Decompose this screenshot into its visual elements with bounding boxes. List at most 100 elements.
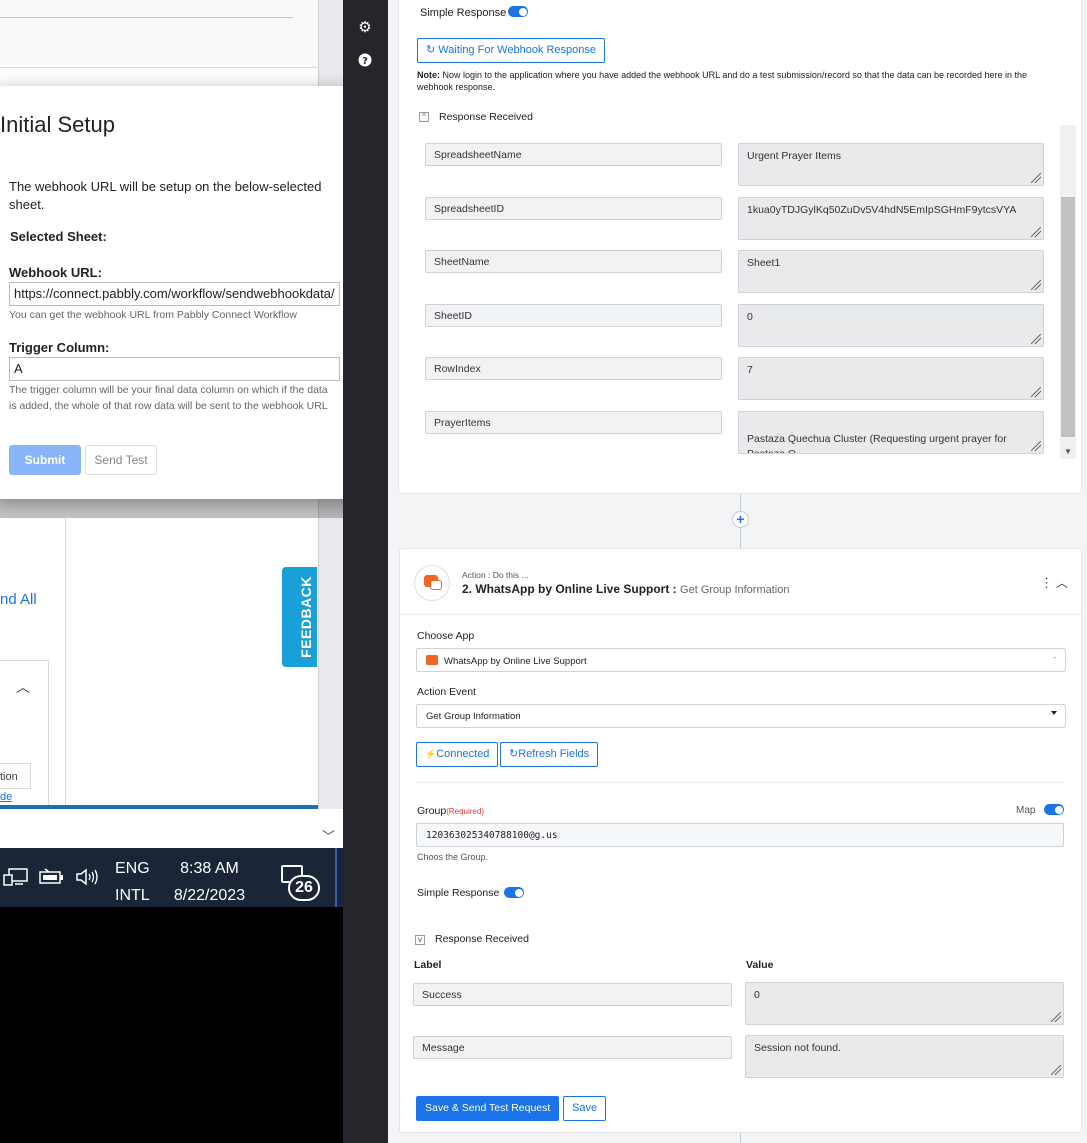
feedback-tab[interactable]: FEEDBACK	[282, 567, 317, 667]
help-icon[interactable]: ?	[357, 53, 373, 69]
required-marker: (Required)	[446, 807, 484, 816]
resize-grip-icon[interactable]	[1031, 387, 1041, 397]
chevron-up-icon[interactable]: ︿	[1056, 574, 1068, 591]
keyboard-layout: INTL	[115, 887, 150, 904]
side-card-link[interactable]: de	[0, 791, 12, 803]
gear-icon[interactable]: ⚙	[357, 20, 373, 36]
logo-bubble-outline	[430, 580, 442, 590]
trigger-column-hint: The trigger column will be your final da…	[9, 384, 328, 412]
field-value[interactable]: Pastaza Quechua Cluster (Requesting urge…	[738, 411, 1044, 454]
resize-grip-icon[interactable]	[1051, 1012, 1061, 1022]
chevron-down-icon: -	[1053, 653, 1056, 662]
action-step-card: Action : Do this ... 2. WhatsApp by Onli…	[399, 548, 1083, 1133]
field-label: Success	[413, 983, 732, 1006]
resize-grip-icon[interactable]	[1051, 1065, 1061, 1075]
field-label: SheetName	[425, 250, 722, 273]
field-value[interactable]: 7	[738, 357, 1044, 400]
step-connector	[740, 1133, 741, 1143]
field-value[interactable]: 1kua0yTDJGylKq50ZuDv5V4hdN5EmIpSGHmF9ytc…	[738, 197, 1044, 240]
value-column-header: Value	[746, 959, 774, 971]
step-event-title: Get Group Information	[680, 584, 790, 596]
submit-button[interactable]: Submit	[9, 445, 81, 475]
resize-grip-icon[interactable]	[1031, 334, 1041, 344]
sheet-footer: ﹀	[0, 809, 343, 849]
whatsapp-online-live-support-logo-icon	[414, 565, 450, 601]
dialog-description: The webhook URL will be setup on the bel…	[9, 179, 322, 212]
simple-response-toggle[interactable]	[504, 887, 524, 898]
action-event-label: Action Event	[417, 686, 476, 698]
input-language[interactable]: ENG INTL	[115, 855, 150, 909]
simple-response-label: Simple Response	[420, 7, 507, 19]
save-and-send-test-button[interactable]: Save & Send Test Request	[416, 1096, 560, 1121]
webhook-url-hint: You can get the webhook URL from Pabbly …	[9, 309, 297, 321]
resize-grip-icon[interactable]	[1031, 173, 1041, 183]
card-header-divider	[400, 614, 1083, 615]
map-toggle[interactable]	[1044, 804, 1064, 815]
notification-count-badge: 26	[288, 875, 320, 901]
field-value-text: 7	[747, 364, 753, 376]
response-received-collapse[interactable]: v	[415, 935, 425, 945]
chevron-up-icon[interactable]: ︿	[16, 677, 30, 697]
map-label: Map	[1016, 805, 1036, 816]
field-value[interactable]: Sheet1	[738, 250, 1044, 293]
more-options-icon[interactable]: ⋮	[1040, 575, 1053, 591]
clock-time: 8:38 AM	[180, 860, 239, 877]
note-bold: Note:	[417, 70, 440, 80]
side-card-row: tion	[0, 763, 31, 789]
webhook-url-input[interactable]: https://connect.pabbly.com/workflow/send…	[9, 282, 340, 306]
send-test-button[interactable]: Send Test	[85, 445, 157, 475]
field-value[interactable]: Session not found.	[745, 1035, 1064, 1078]
group-label-text: Group	[417, 805, 447, 817]
network-icon[interactable]	[3, 867, 29, 892]
simple-response-toggle[interactable]	[508, 6, 528, 17]
connected-button[interactable]: ⚡Connected	[416, 742, 499, 767]
action-event-select[interactable]: Get Group Information	[416, 704, 1066, 728]
save-button[interactable]: Save	[563, 1096, 607, 1121]
group-hint: Choos the Group.	[417, 852, 489, 862]
add-step-plus-icon[interactable]: +	[732, 511, 749, 528]
plug-icon: ⚡	[425, 749, 437, 759]
waiting-webhook-button[interactable]: ↻ Waiting For Webhook Response	[417, 38, 606, 63]
scroll-thumb[interactable]	[1061, 197, 1075, 437]
fields-scrollbar[interactable]: ▼	[1060, 125, 1076, 459]
selected-sheet-label: Selected Sheet:	[10, 229, 107, 244]
field-value-text: 0	[754, 989, 760, 1001]
choose-app-select[interactable]: WhatsApp by Online Live Support -	[416, 648, 1066, 672]
expand-all-link[interactable]: nd All	[0, 591, 37, 608]
workflow-editor: Simple Response ↻ Waiting For Webhook Re…	[388, 0, 1087, 1143]
refresh-fields-button[interactable]: ↻Refresh Fields	[500, 742, 599, 767]
field-value-text: 0	[747, 311, 753, 323]
field-label: SheetID	[425, 304, 722, 327]
resize-grip-icon[interactable]	[1031, 441, 1041, 451]
toolbar-divider	[0, 17, 293, 18]
step-connector	[740, 494, 741, 511]
field-value-text: Urgent Prayer Items	[747, 150, 841, 162]
label-column-header: Label	[414, 959, 442, 971]
dialog-title: Initial Setup	[0, 112, 115, 137]
battery-icon[interactable]	[38, 867, 64, 892]
group-input[interactable]: 120363025340788100@g.us	[416, 823, 1064, 847]
response-received-collapse[interactable]: ^	[419, 112, 429, 122]
field-label: PrayerItems	[425, 411, 722, 434]
trigger-column-input[interactable]: A	[9, 357, 340, 381]
clock-date: 8/22/2023	[173, 887, 246, 904]
refresh-fields-label: Refresh Fields	[518, 748, 590, 760]
svg-text:?: ?	[362, 56, 368, 67]
waiting-webhook-label: Waiting For Webhook Response	[438, 44, 597, 56]
show-desktop-divider[interactable]	[335, 848, 337, 907]
webhook-url-label: Webhook URL:	[9, 265, 102, 280]
volume-icon[interactable]	[75, 867, 101, 892]
field-label: SpreadsheetName	[425, 143, 722, 166]
scroll-down-arrow-icon[interactable]: ▼	[1064, 447, 1072, 456]
clock[interactable]: 8:38 AM 8/22/2023	[167, 855, 252, 909]
action-event-value: Get Group Information	[426, 711, 521, 722]
resize-grip-icon[interactable]	[1031, 227, 1041, 237]
resize-grip-icon[interactable]	[1031, 280, 1041, 290]
field-value[interactable]: Urgent Prayer Items	[738, 143, 1044, 186]
note-text: Now login to the application where you h…	[417, 70, 1028, 92]
field-value[interactable]: 0	[738, 304, 1044, 347]
field-value[interactable]: 0	[745, 982, 1064, 1025]
scroll-down-icon[interactable]: ﹀	[322, 826, 335, 845]
field-label: SpreadsheetID	[425, 197, 722, 220]
step-title[interactable]: 2. WhatsApp by Online Live Support : Get…	[462, 582, 789, 596]
